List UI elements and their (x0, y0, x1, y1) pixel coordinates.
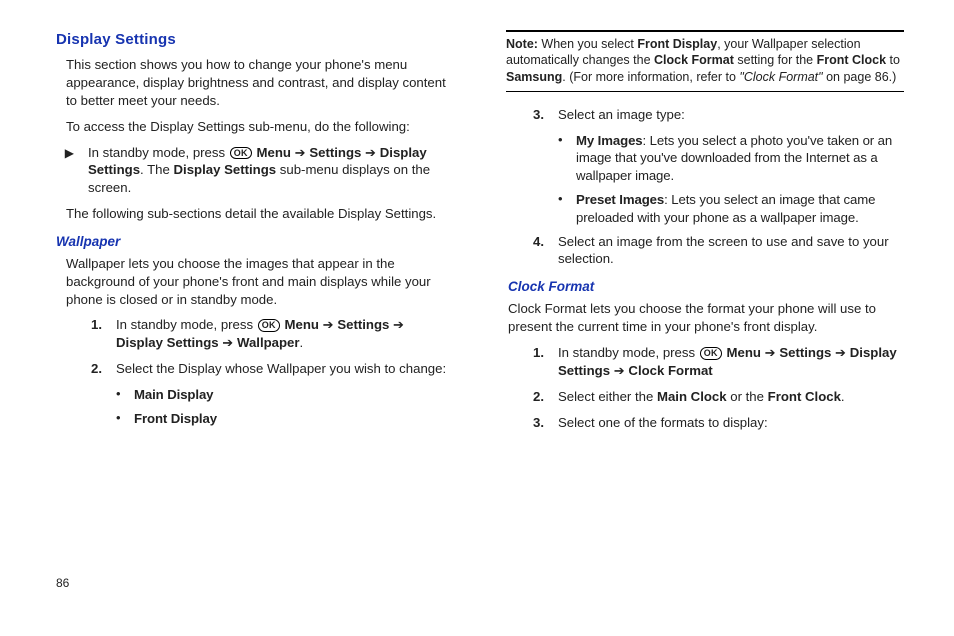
arrow-icon: ➔ (610, 363, 628, 378)
text: In standby mode, press (116, 317, 257, 332)
bullet-item: • Front Display (116, 410, 454, 428)
menu-label: Menu (285, 317, 319, 332)
settings-label: Settings (309, 145, 361, 160)
text: . (300, 335, 304, 350)
bullet-label: Main Display (134, 386, 454, 404)
bullet-icon: • (116, 410, 126, 428)
intro-paragraph: This section shows you how to change you… (66, 56, 454, 109)
ok-key-icon: OK (700, 347, 722, 360)
arrow-icon: ➔ (831, 345, 849, 360)
step-number: 3. (526, 106, 544, 124)
step-body: In standby mode, press OK Menu ➔ Setting… (558, 344, 904, 380)
step-row: 2. Select either the Main Clock or the F… (526, 388, 904, 406)
clock-format-intro: Clock Format lets you choose the format … (508, 300, 904, 336)
settings-label: Settings (337, 317, 389, 332)
step-body: Select either the Main Clock or the Fron… (558, 388, 904, 406)
front-clock-label: Front Clock (817, 53, 886, 67)
ok-key-icon: OK (230, 147, 252, 160)
samsung-label: Samsung (506, 70, 562, 84)
arrow-icon: ➔ (319, 317, 337, 332)
bullet-body: Preset Images: Lets you select an image … (576, 191, 904, 227)
wallpaper-label: Wallpaper (237, 335, 300, 350)
preset-images-label: Preset Images (576, 192, 664, 207)
bullet-item: • Main Display (116, 386, 454, 404)
text: In standby mode, press (88, 145, 229, 160)
reference-text: "Clock Format" (739, 70, 822, 84)
clock-format-label: Clock Format (654, 53, 734, 67)
note-box: Note: When you select Front Display, you… (506, 30, 904, 92)
step-body: Select one of the formats to display: (558, 414, 904, 432)
bullet-icon: • (116, 386, 126, 404)
step-row: 4. Select an image from the screen to us… (526, 233, 904, 269)
arrow-icon: ➔ (222, 335, 237, 350)
text: or the (727, 389, 768, 404)
step-body: In standby mode, press OK Menu ➔ Setting… (116, 316, 454, 352)
triangle-bullet-icon: ▶ (56, 144, 74, 197)
subsection-heading: Wallpaper (56, 233, 454, 251)
bullet-item: • Preset Images: Lets you select an imag… (558, 191, 904, 227)
text: to (886, 53, 900, 67)
step-number: 1. (84, 316, 102, 352)
menu-label: Menu (727, 345, 761, 360)
wallpaper-intro: Wallpaper lets you choose the images tha… (66, 255, 454, 308)
bullet-icon: • (558, 191, 568, 227)
front-clock-label: Front Clock (768, 389, 841, 404)
step-row: 2. Select the Display whose Wallpaper yo… (84, 360, 454, 378)
bullet-item: • My Images: Lets you select a photo you… (558, 132, 904, 185)
main-clock-label: Main Clock (657, 389, 727, 404)
access-paragraph: To access the Display Settings sub-menu,… (66, 118, 454, 136)
bullet-body: My Images: Lets you select a photo you'v… (576, 132, 904, 185)
bullet-list: • Main Display • Front Display (116, 386, 454, 428)
subsection-intro: The following sub-sections detail the av… (66, 205, 454, 223)
step-row: 1. In standby mode, press OK Menu ➔ Sett… (84, 316, 454, 352)
step-row: 3. Select one of the formats to display: (526, 414, 904, 432)
left-column: Display Settings This section shows you … (56, 30, 454, 540)
step-body: Select an image from the screen to use a… (558, 233, 904, 269)
text: . (For more information, refer to (562, 70, 739, 84)
document-page: Display Settings This section shows you … (0, 0, 954, 560)
arrow-icon: ➔ (291, 145, 309, 160)
step-number: 4. (526, 233, 544, 269)
subsection-heading: Clock Format (508, 278, 904, 296)
section-heading: Display Settings (56, 30, 454, 50)
step-number: 2. (84, 360, 102, 378)
text: setting for the (734, 53, 817, 67)
text: When you select (538, 37, 637, 51)
arrow-icon: ➔ (361, 145, 379, 160)
step-number: 3. (526, 414, 544, 432)
clock-format-label: Clock Format (628, 363, 712, 378)
step-row: 1. In standby mode, press OK Menu ➔ Sett… (526, 344, 904, 380)
instruction-row: ▶ In standby mode, press OK Menu ➔ Setti… (56, 144, 454, 197)
page-number: 86 (56, 576, 69, 590)
step-row: 3. Select an image type: (526, 106, 904, 124)
text: . (841, 389, 845, 404)
display-settings-label: Display Settings (116, 335, 222, 350)
text: In standby mode, press (558, 345, 699, 360)
bullet-icon: • (558, 132, 568, 185)
settings-label: Settings (779, 345, 831, 360)
menu-label: Menu (257, 145, 291, 160)
text: on page 86.) (823, 70, 897, 84)
my-images-label: My Images (576, 133, 643, 148)
step-number: 1. (526, 344, 544, 380)
instruction-body: In standby mode, press OK Menu ➔ Setting… (88, 144, 454, 197)
bullet-list: • My Images: Lets you select a photo you… (558, 132, 904, 227)
step-number: 2. (526, 388, 544, 406)
right-column: Note: When you select Front Display, you… (506, 30, 904, 540)
text: . The (140, 162, 173, 177)
step-body: Select an image type: (558, 106, 904, 124)
front-display-label: Front Display (637, 37, 717, 51)
text: Select either the (558, 389, 657, 404)
ok-key-icon: OK (258, 319, 280, 332)
arrow-icon: ➔ (389, 317, 404, 332)
bullet-label: Front Display (134, 410, 454, 428)
arrow-icon: ➔ (761, 345, 779, 360)
display-settings-label: Display Settings (174, 162, 277, 177)
step-body: Select the Display whose Wallpaper you w… (116, 360, 454, 378)
note-label: Note: (506, 37, 538, 51)
